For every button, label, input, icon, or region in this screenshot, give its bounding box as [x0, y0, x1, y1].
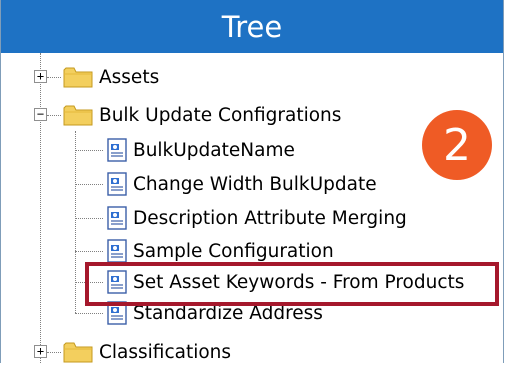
folder-icon	[63, 342, 93, 363]
collapse-toggle[interactable]: −	[34, 108, 47, 121]
tree-node-classifications[interactable]: + Classifications	[1, 336, 501, 368]
folder-icon	[63, 67, 93, 88]
config-document-icon	[107, 206, 127, 230]
config-document-icon	[107, 172, 127, 196]
tree-node-label: Assets	[99, 66, 160, 88]
tree-title: Tree	[221, 9, 283, 44]
tree-header: Tree	[1, 0, 503, 53]
tree-node-description-attribute-merging[interactable]: Description Attribute Merging	[1, 202, 501, 234]
tree-node-label: Change Width BulkUpdate	[133, 173, 377, 195]
folder-icon	[63, 105, 93, 126]
config-document-icon	[107, 239, 127, 263]
tree-view: + Assets − Bulk Update Configrations Bul…	[1, 53, 503, 363]
tree-node-change-width-bulkupdate[interactable]: Change Width BulkUpdate	[1, 168, 501, 200]
step-number: 2	[443, 119, 471, 171]
tree-node-label: Bulk Update Configrations	[99, 104, 342, 126]
highlight-box	[85, 262, 499, 306]
expand-toggle[interactable]: +	[34, 345, 47, 358]
step-number-badge: 2	[422, 110, 492, 180]
config-document-icon	[107, 138, 127, 162]
tree-node-label: Description Attribute Merging	[133, 207, 407, 229]
tree-node-label: BulkUpdateName	[133, 139, 295, 161]
expand-toggle[interactable]: +	[34, 70, 47, 83]
tree-node-assets[interactable]: + Assets	[1, 61, 501, 93]
tree-panel: Tree + Assets − Bulk Update Configration…	[0, 0, 504, 363]
tree-node-label: Classifications	[99, 341, 232, 363]
tree-node-label: Sample Configuration	[133, 240, 334, 262]
